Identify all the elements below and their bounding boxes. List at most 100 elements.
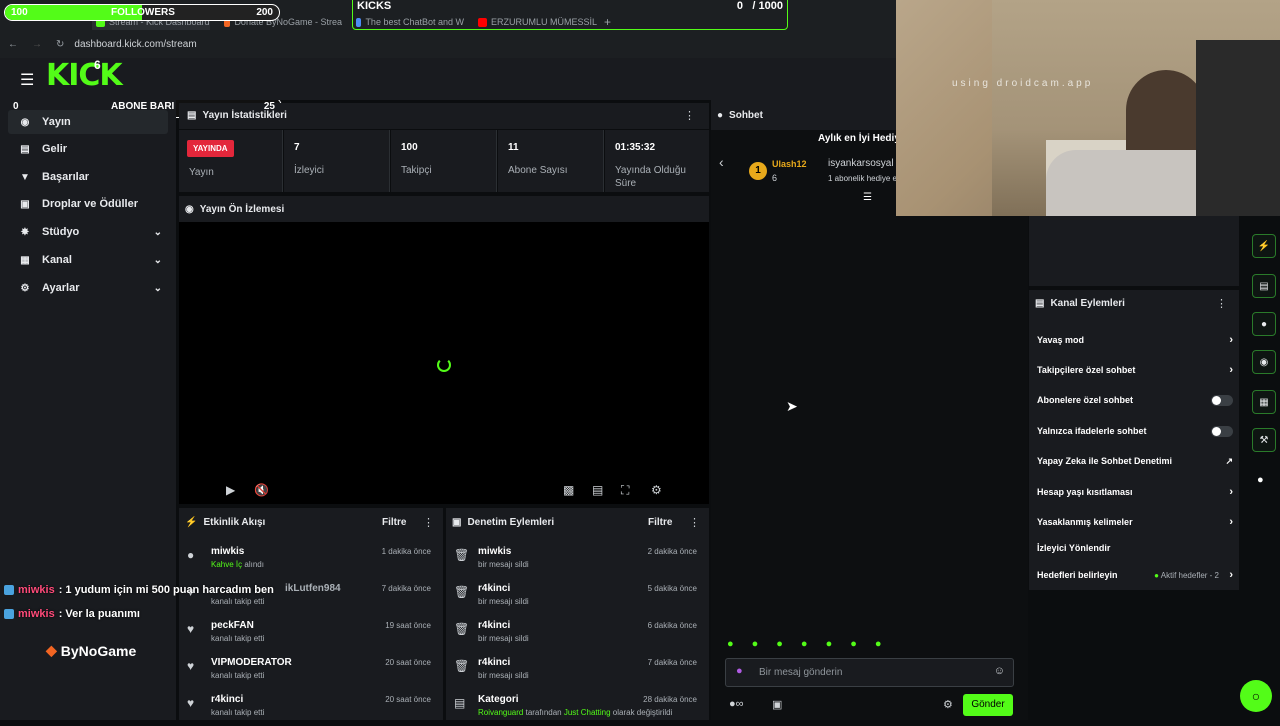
sidebar-item-yayin[interactable]: ◉ Yayın	[8, 110, 168, 134]
moderation-row[interactable]: 🗑 miwkis bir mesajı sildi 2 dakika önce	[446, 546, 709, 578]
action-account-age[interactable]: Hesap yaşı kısıtlaması ›	[1037, 482, 1233, 502]
gift-icon[interactable]: ▣	[772, 698, 782, 711]
settings-icon[interactable]: ⚙	[651, 483, 662, 497]
send-button[interactable]: Gönder	[963, 694, 1013, 716]
action-followers-only[interactable]: Takipçilere özel sohbet ›	[1037, 360, 1233, 380]
rank-1-badge-icon: 1	[749, 162, 767, 180]
sidebar-item-label: Droplar ve Ödüller	[42, 198, 138, 210]
second-gifter-name: isyankarsosyal	[828, 158, 894, 169]
rail-layout-icon[interactable]: ▦	[1252, 390, 1276, 414]
microphone-icon[interactable]: ●	[736, 665, 743, 677]
url-text[interactable]: dashboard.kick.com/stream	[74, 39, 196, 50]
active-dot-icon: ●	[1154, 570, 1159, 580]
kick-points-icon[interactable]: ●∞	[729, 698, 744, 710]
chevron-right-icon: ›	[1229, 364, 1233, 376]
rail-lightning-icon[interactable]: ⚡	[1252, 234, 1276, 258]
action-goals[interactable]: Hedefleri belirleyin ● Aktif hedefler - 2…	[1037, 565, 1233, 585]
stat-value: 11	[508, 142, 519, 153]
stats-icon: ▤	[187, 110, 197, 121]
moderation-row[interactable]: ▤ Kategori Roivanguard tarafından Just C…	[446, 694, 709, 726]
address-bar[interactable]: ← → ↻ dashboard.kick.com/stream	[8, 36, 197, 52]
sidebar-item-droplar[interactable]: ▣ Droplar ve Ödüller	[8, 192, 168, 216]
sidebar: ◉ Yayın ▤ Gelir ▼ Başarılar ▣ Droplar ve Ödü…	[0, 100, 176, 720]
activity-row[interactable]: ♥ peckFAN kanalı takip etti 19 saat önce	[179, 620, 443, 652]
stat-value: 7	[294, 142, 300, 153]
stats-menu-icon[interactable]: ⋮	[684, 109, 695, 122]
chat-input[interactable]: ● Bir mesaj gönderin ☺	[725, 658, 1014, 687]
action-ai-moderation[interactable]: Yapay Zeka ile Sohbet Denetimi ↗	[1037, 451, 1233, 471]
sidebar-item-label: Yayın	[42, 116, 71, 128]
moderation-user: r4kinci	[478, 620, 511, 631]
rail-points-icon[interactable]: ●	[1257, 474, 1264, 486]
channel-icon: ▦	[20, 254, 30, 266]
kick-logo[interactable]: KICK	[46, 58, 123, 93]
moderation-row[interactable]: 🗑 r4kinci bir mesajı sildi 7 dakika önce	[446, 657, 709, 689]
subs-current: 0	[13, 101, 19, 112]
play-icon[interactable]: ▶	[226, 483, 235, 497]
subscribers-only-toggle[interactable]	[1211, 394, 1233, 406]
emoji-icon[interactable]: ☺	[994, 665, 1005, 677]
moderation-row[interactable]: 🗑 r4kinci bir mesajı sildi 5 dakika önce	[446, 583, 709, 615]
moderation-filter-button[interactable]: Filtre	[648, 517, 672, 528]
trash-icon: 🗑	[454, 659, 470, 673]
moderation-time: 5 dakika önce	[647, 584, 697, 593]
sidebar-item-gelir[interactable]: ▤ Gelir	[8, 137, 168, 161]
leaderboard-prev-icon[interactable]: ‹	[719, 154, 724, 170]
kicks-bar: KICKS 0 / 1000	[352, 0, 788, 30]
stream-preview[interactable]	[179, 222, 709, 504]
action-banned-words[interactable]: Yasaklanmış kelimeler ›	[1037, 512, 1233, 532]
sidebar-item-ayarlar[interactable]: ⚙ Ayarlar ⌄	[8, 276, 168, 300]
sidebar-item-basarilar[interactable]: ▼ Başarılar	[8, 165, 168, 189]
moderation-time: 28 dakika önce	[643, 695, 697, 704]
sponsor-logo: ◆ ByNoGame	[46, 642, 136, 659]
chat-settings-icon[interactable]: ⚙	[943, 698, 953, 711]
action-emotes-only[interactable]: Yalnızca ifadelerle sohbet	[1037, 421, 1233, 441]
moderation-detail: bir mesajı sildi	[478, 634, 529, 643]
forward-icon[interactable]: →	[32, 39, 42, 50]
hamburger-menu-icon[interactable]: ☰	[20, 70, 34, 90]
sidebar-item-studyo[interactable]: ✸ Stüdyo ⌄	[8, 220, 168, 244]
support-headset-icon[interactable]: ○	[1240, 680, 1272, 712]
back-icon[interactable]: ←	[8, 39, 18, 50]
chat-title-text: Sohbet	[729, 110, 763, 121]
activity-user: VIPMODERATOR	[211, 657, 292, 668]
activity-row[interactable]: ♥ VIPMODERATOR kanalı takip etti 20 saat…	[179, 657, 443, 689]
activity-reward: Kahve İç	[211, 560, 243, 569]
rail-document-icon[interactable]: ▤	[1252, 274, 1276, 298]
second-gifter-detail: 1 abonelik hediye e	[828, 174, 897, 183]
sidebar-item-kanal[interactable]: ▦ Kanal ⌄	[8, 248, 168, 272]
reload-icon[interactable]: ↻	[56, 39, 64, 50]
rail-broadcast-icon[interactable]: ◉	[1252, 350, 1276, 374]
collapse-icon[interactable]: ☰	[863, 192, 872, 203]
activity-detail: kanalı takip etti	[211, 597, 265, 606]
moderation-detail: Roivanguard tarafından Just Chatting ola…	[478, 708, 672, 717]
action-subscribers-only[interactable]: Abonelere özel sohbet	[1037, 390, 1233, 410]
chat-title: ● Sohbet	[717, 110, 763, 121]
mute-icon[interactable]: 🔇	[254, 483, 269, 497]
sidebar-item-label: Stüdyo	[42, 226, 80, 238]
moderation-row[interactable]: 🗑 r4kinci bir mesajı sildi 6 dakika önce	[446, 620, 709, 652]
fullscreen-icon[interactable]: ⛶	[621, 483, 629, 498]
channel-actions-menu-icon[interactable]: ⋮	[1216, 297, 1227, 310]
loading-spinner-icon	[437, 358, 451, 372]
heart-icon: ♥	[187, 622, 195, 636]
emotes-only-toggle[interactable]	[1211, 425, 1233, 437]
activity-row[interactable]: ♥ r4kinci kanalı takip etti 20 saat önce	[179, 694, 443, 726]
action-slow-mode[interactable]: Yavaş mod ›	[1037, 330, 1233, 350]
leaderboard-title: Aylık en İyi Hediye	[818, 133, 906, 144]
rail-wrench-icon[interactable]: ⚒	[1252, 428, 1276, 452]
rail-chat-icon[interactable]: ●	[1252, 312, 1276, 336]
moderation-menu-icon[interactable]: ⋮	[689, 516, 700, 529]
activity-filter-button[interactable]: Filtre	[382, 517, 406, 528]
activity-detail: kanalı takip etti	[211, 708, 265, 717]
activity-row[interactable]: ● miwkis Kahve İç alındı 1 dakika önce	[179, 546, 443, 578]
stat-followers: 100 Takipçi	[391, 130, 497, 192]
action-label: Hesap yaşı kısıtlaması	[1037, 487, 1133, 497]
theater-icon[interactable]: ▤	[592, 483, 603, 497]
pip-icon[interactable]: ▩	[563, 483, 574, 497]
activity-menu-icon[interactable]: ⋮	[423, 516, 434, 529]
emote-bar[interactable]: ●●●●●●●	[727, 638, 900, 650]
action-host[interactable]: İzleyici Yönlendir	[1037, 538, 1233, 558]
broadcast-icon: ◉	[20, 116, 30, 128]
activity-time: 1 dakika önce	[381, 547, 431, 556]
